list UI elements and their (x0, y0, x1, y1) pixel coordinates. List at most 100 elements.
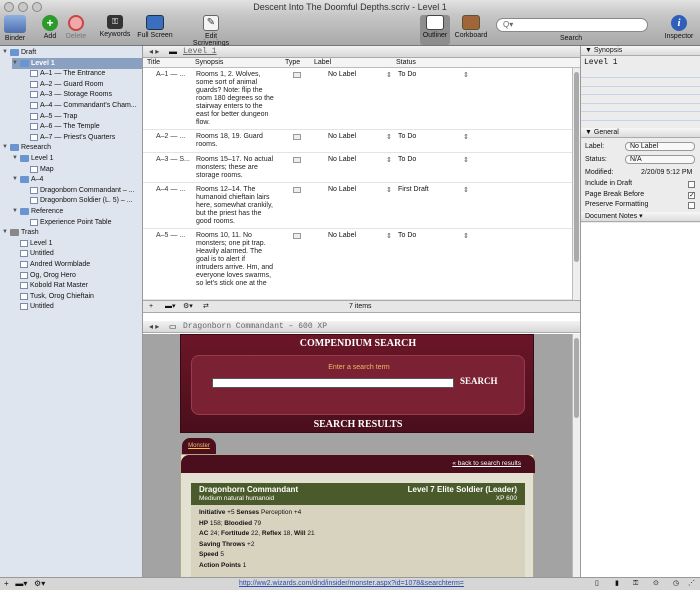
disclosure-triangle-icon[interactable]: ▼ (12, 58, 18, 69)
row-synopsis[interactable]: Rooms 1, 2. Wolves, some sort of animal gu… (196, 71, 282, 127)
binder-item[interactable]: ▼ Draft (2, 47, 142, 58)
outliner-row[interactable]: A–2 — ... Rooms 18, 19. Guard rooms. No Lab… (143, 130, 573, 153)
references-icon[interactable]: ⊙ (653, 578, 659, 590)
add-item-button[interactable]: + (4, 579, 9, 588)
notes-icon[interactable]: ▯ (595, 578, 599, 590)
binder-item[interactable]: ▼ Reference (12, 206, 142, 217)
row-label[interactable]: No Label (328, 186, 356, 193)
binder-item[interactable]: Andred Wormblade (12, 259, 142, 270)
status-popup-arrows-icon[interactable]: ⇕ (463, 186, 469, 194)
keywords-button[interactable]: ⚿ Keywords (99, 15, 131, 38)
binder-item[interactable]: Og, Orog Hero (12, 270, 142, 281)
binder-item[interactable]: Untitled (12, 301, 142, 312)
row-label[interactable]: No Label (328, 232, 356, 239)
binder-item[interactable]: Kobold Rat Master (12, 280, 142, 291)
monster-tab[interactable]: Monster (182, 438, 216, 454)
row-status[interactable]: To Do (398, 156, 416, 163)
preserve-formatting-checkbox[interactable] (688, 202, 695, 209)
row-label[interactable]: No Label (328, 71, 356, 78)
row-title[interactable]: A–4 — ... (156, 186, 185, 193)
add-button[interactable]: + Add (38, 15, 62, 40)
web-scroll-thumb[interactable] (574, 338, 579, 418)
binder-item[interactable]: Dragonborn Commandant – ... (22, 185, 142, 196)
binder-item[interactable]: ▼ Level 1 (12, 57, 142, 69)
compendium-search-input[interactable] (212, 378, 454, 388)
row-title[interactable]: A–2 — ... (156, 133, 185, 140)
disclosure-triangle-icon[interactable]: ▼ (12, 153, 18, 164)
bookmark-icon[interactable]: ▮ (615, 578, 619, 590)
row-label[interactable]: No Label (328, 133, 356, 140)
column-title[interactable]: Title (147, 58, 160, 68)
status-popup-arrows-icon[interactable]: ⇕ (463, 133, 469, 141)
row-status[interactable]: To Do (398, 133, 416, 140)
full-screen-button[interactable]: Full Screen (136, 15, 174, 39)
row-synopsis[interactable]: Rooms 12–14. The humanoid chieftain lairs… (196, 186, 282, 226)
close-window-button[interactable] (4, 2, 14, 12)
row-synopsis[interactable]: Rooms 10, 11. No monsters; one pit trap. H… (196, 232, 282, 288)
row-synopsis[interactable]: Rooms 15–17. No actual monsters; these ar… (196, 156, 282, 180)
row-status[interactable]: First Draft (398, 186, 429, 193)
column-label[interactable]: Label (314, 58, 331, 68)
history-nav-buttons[interactable]: ◂ ▸ (149, 46, 159, 58)
corkboard-button[interactable]: Corkboard (454, 15, 488, 39)
binder-item[interactable]: Map (22, 164, 142, 175)
row-title[interactable]: A–1 — ... (156, 71, 185, 78)
disclosure-triangle-icon[interactable]: ▼ (2, 142, 8, 153)
status-popup-arrows-icon[interactable]: ⇕ (463, 232, 469, 240)
general-section-header[interactable]: ▼ General (581, 128, 700, 138)
row-status[interactable]: To Do (398, 71, 416, 78)
row-title[interactable]: A–3 — S... (156, 156, 190, 163)
key-icon[interactable]: ⚿ (633, 578, 638, 590)
include-in-draft-checkbox[interactable] (688, 181, 695, 188)
row-synopsis[interactable]: Rooms 18, 19. Guard rooms. (196, 133, 282, 149)
back-to-results-link[interactable]: « back to search results (452, 460, 521, 467)
status-popup[interactable]: N/A (625, 155, 695, 164)
label-popup-arrows-icon[interactable]: ⇕ (386, 186, 392, 194)
binder-item[interactable]: A–2 — Guard Room (22, 79, 142, 90)
add-folder-button[interactable]: ▬▾ (15, 579, 27, 588)
outliner-scrollbar[interactable] (572, 68, 580, 300)
resize-grip-icon[interactable]: ⋰ (688, 578, 695, 590)
url-link[interactable]: http://ww2.wizards.com/dnd/insider/monst… (239, 578, 464, 590)
add-row-button[interactable]: + (149, 301, 153, 313)
lower-history-nav-buttons[interactable]: ◂ ▸ (149, 321, 159, 333)
column-synopsis[interactable]: Synopsis (195, 58, 223, 68)
outliner-row[interactable]: A–1 — ... Rooms 1, 2. Wolves, some sort of… (143, 68, 573, 130)
search-input[interactable]: Q▾ (496, 18, 648, 32)
binder-item[interactable]: Tusk, Orog Chieftain (12, 291, 142, 302)
page-break-before-checkbox[interactable]: ✓ (688, 192, 695, 199)
status-popup-arrows-icon[interactable]: ⇕ (463, 156, 469, 164)
delete-button[interactable]: Delete (63, 15, 89, 40)
minimize-window-button[interactable] (18, 2, 28, 12)
synopsis-section-header[interactable]: ▼ Synopsis (581, 46, 700, 56)
split-toggle-icon[interactable]: ⇄ (203, 301, 209, 313)
row-title[interactable]: A–5 — ... (156, 232, 185, 239)
label-popup-arrows-icon[interactable]: ⇕ (386, 156, 392, 164)
inspector-button[interactable]: i Inspector (663, 15, 695, 40)
binder-item[interactable]: A–3 — Storage Rooms (22, 89, 142, 100)
snapshots-icon[interactable]: ◷ (673, 578, 679, 590)
synopsis-title[interactable]: Level 1 (584, 58, 618, 67)
binder-item[interactable]: Untitled (12, 248, 142, 259)
add-folder-row-button[interactable]: ▬▾ (165, 301, 176, 313)
outliner-row[interactable]: A–5 — ... Rooms 10, 11. No monsters; one p… (143, 229, 573, 300)
column-status[interactable]: Status (396, 58, 416, 68)
document-notes-header[interactable]: Document Notes ▾ (581, 212, 700, 222)
disclosure-triangle-icon[interactable]: ▼ (2, 227, 8, 238)
label-popup-arrows-icon[interactable]: ⇕ (386, 232, 392, 240)
label-popup-arrows-icon[interactable]: ⇕ (386, 71, 392, 79)
binder-item[interactable]: ▼ Level 1 (12, 153, 142, 164)
binder-item[interactable]: ▼ A–4 (12, 174, 142, 185)
gear-icon[interactable]: ⚙▾ (34, 579, 45, 588)
edit-scrivenings-button[interactable]: ✎ Edit Scrivenings (186, 15, 236, 47)
binder-item[interactable]: A–4 — Commandant's Cham... (22, 100, 142, 111)
disclosure-triangle-icon[interactable]: ▼ (12, 206, 18, 217)
binder-item[interactable]: A–5 — Trap (22, 111, 142, 122)
zoom-window-button[interactable] (32, 2, 42, 12)
outliner-button[interactable]: Outliner (420, 15, 450, 45)
compendium-search-button[interactable]: SEARCH (460, 376, 498, 386)
binder-item[interactable]: Experience Point Table (22, 217, 142, 228)
document-notes-area[interactable] (581, 223, 700, 577)
web-scrollbar[interactable] (572, 334, 580, 577)
binder-item[interactable]: A–6 — The Temple (22, 121, 142, 132)
